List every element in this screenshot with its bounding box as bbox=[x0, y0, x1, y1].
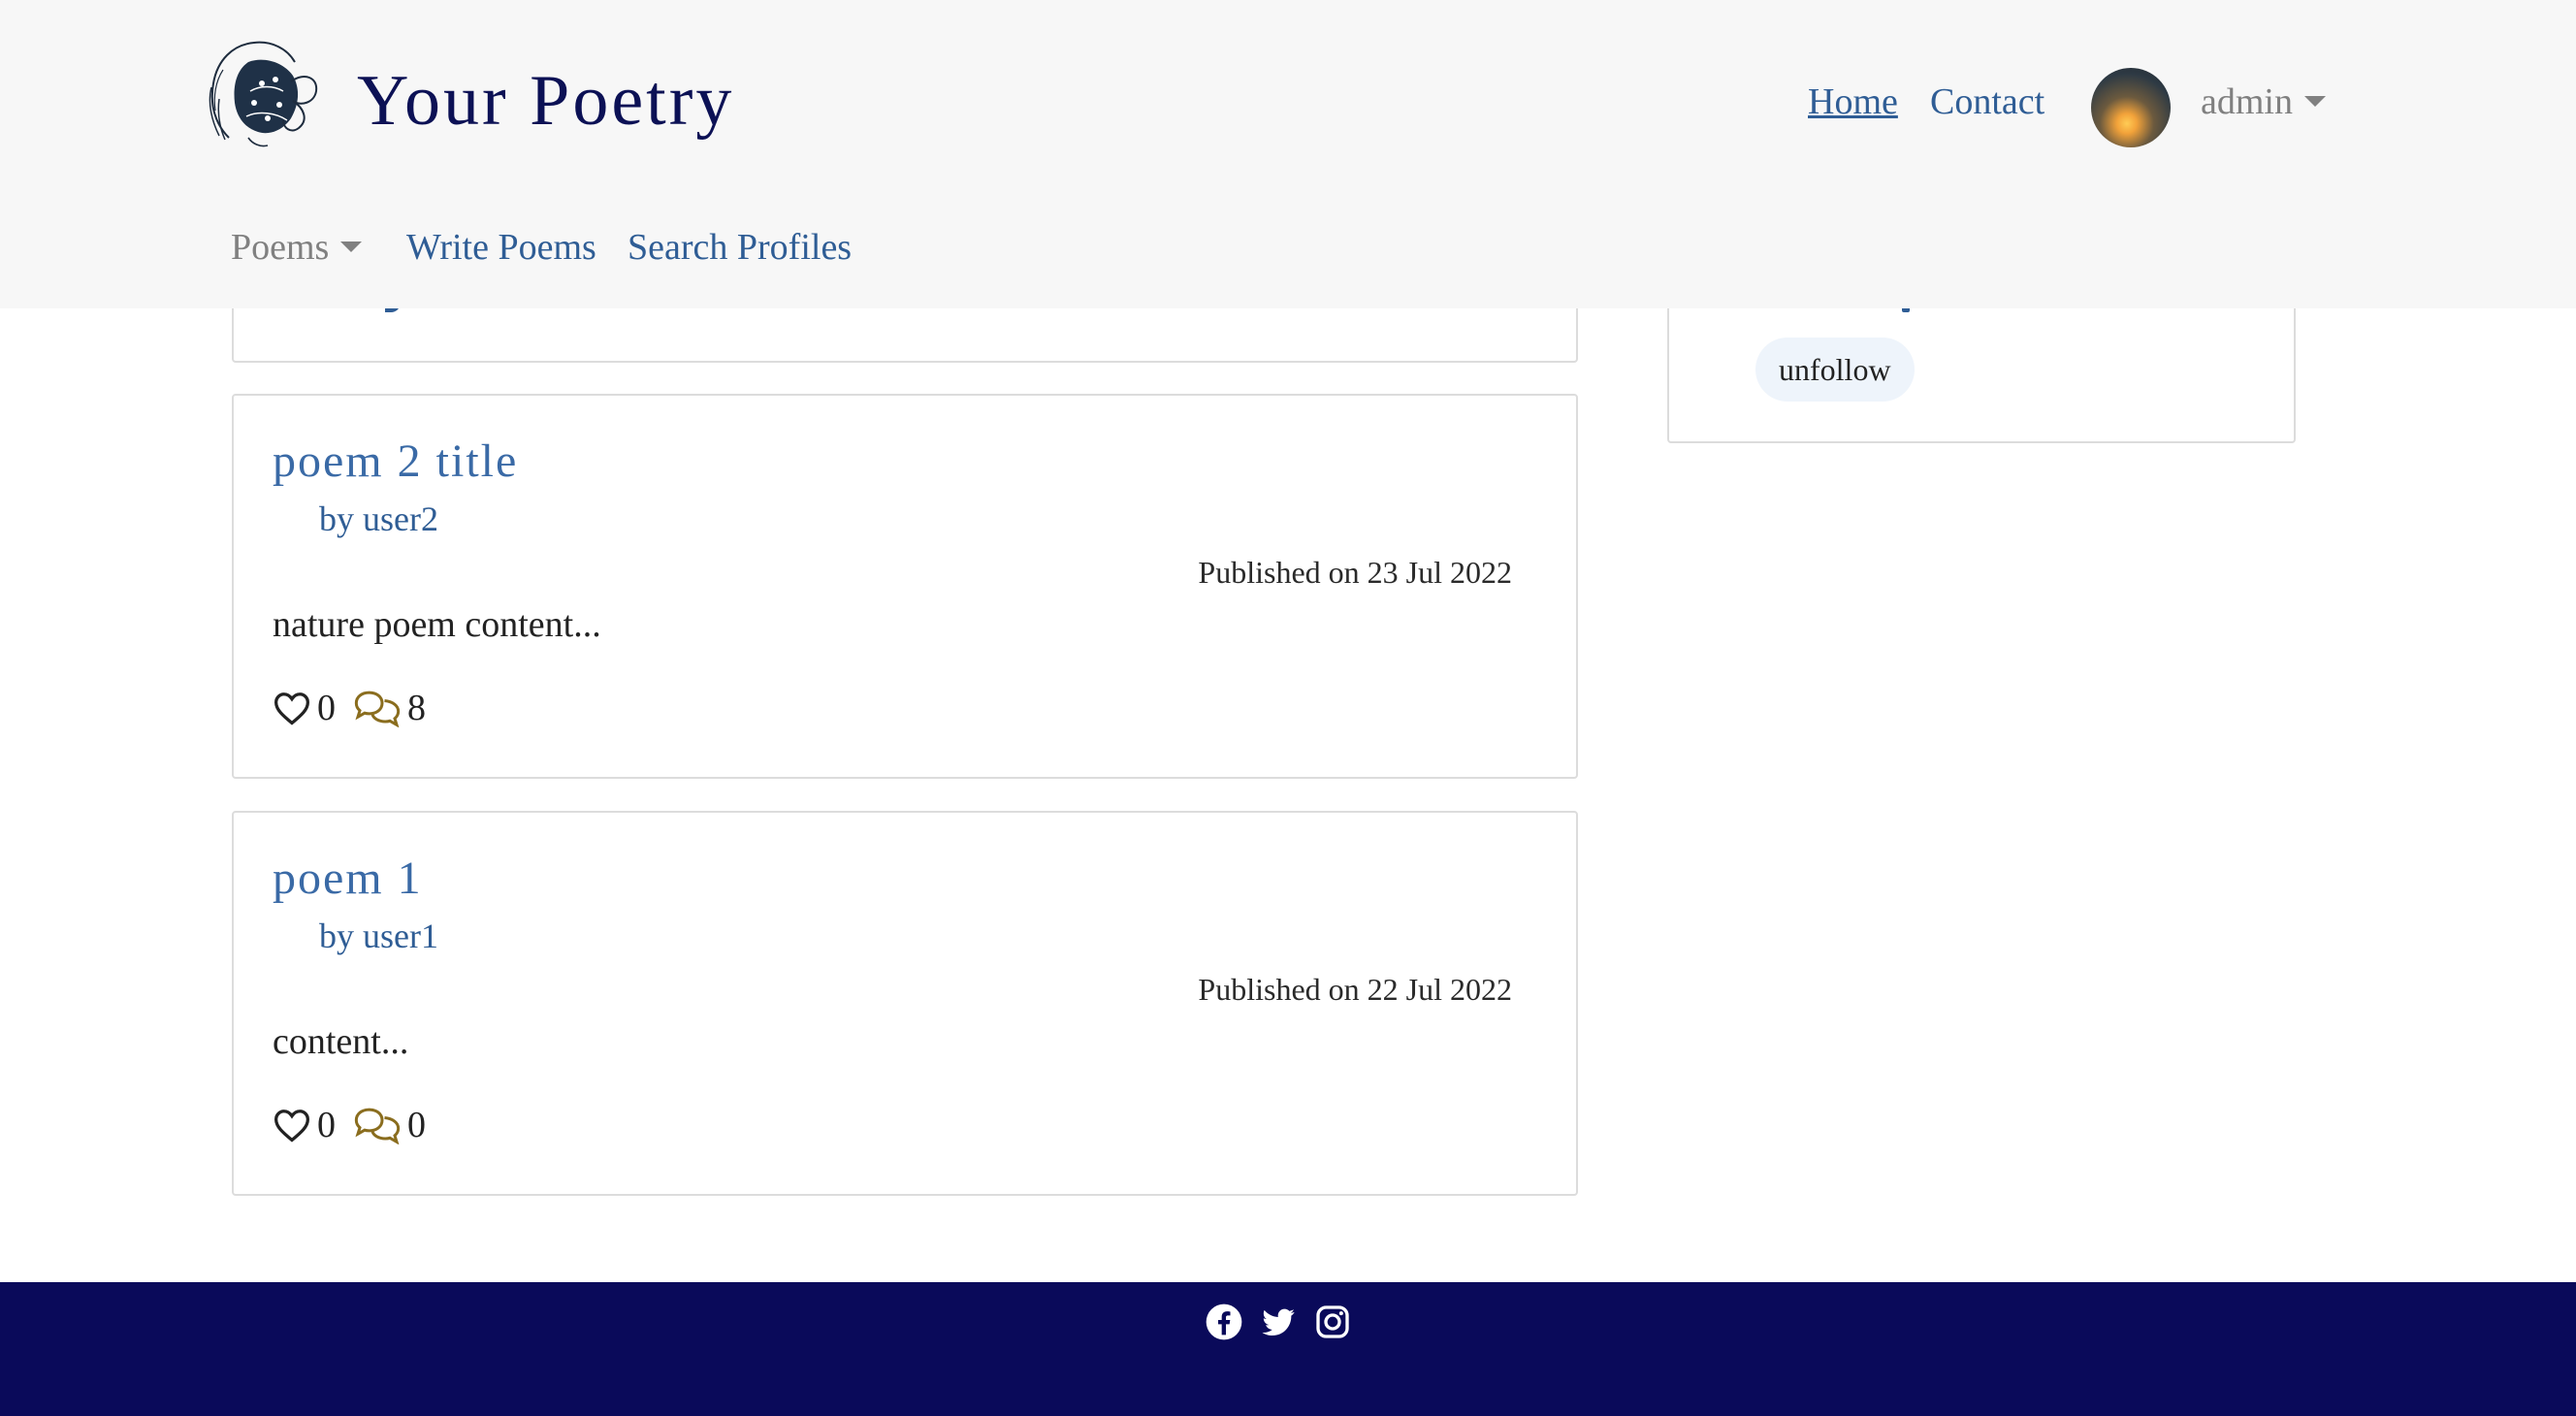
poem-title-link[interactable]: poem 2 title bbox=[273, 434, 518, 488]
site-footer bbox=[0, 1282, 2576, 1416]
comments-icon[interactable] bbox=[353, 689, 402, 727]
site-header: Your Poetry Home Contact admin Poems Wri… bbox=[0, 0, 2576, 308]
poetry-logo-icon[interactable] bbox=[190, 23, 326, 159]
user-menu-label: admin bbox=[2201, 81, 2293, 122]
like-count: 0 bbox=[317, 1105, 336, 1145]
poems-menu-dropdown[interactable]: Poems bbox=[231, 226, 363, 269]
user-avatar[interactable] bbox=[2091, 68, 2171, 147]
poem-card: poem 1 by user1 Published on 22 Jul 2022… bbox=[232, 811, 1578, 1196]
like-count: 0 bbox=[317, 688, 336, 728]
poem-author-link[interactable]: by user1 bbox=[319, 916, 438, 956]
facebook-icon[interactable] bbox=[1205, 1303, 1243, 1341]
nav-contact-link[interactable]: Contact bbox=[1930, 80, 2045, 123]
nav-search-profiles-link[interactable]: Search Profiles bbox=[628, 226, 852, 269]
caret-down-icon bbox=[340, 241, 363, 252]
poem-excerpt: nature poem content... bbox=[273, 604, 601, 645]
poem-author-link[interactable]: by user2 bbox=[319, 499, 438, 539]
nav-write-poems-link[interactable]: Write Poems bbox=[406, 226, 596, 269]
site-brand-link[interactable]: Your Poetry bbox=[357, 60, 734, 143]
comment-count: 8 bbox=[407, 688, 426, 728]
poems-menu-label: Poems bbox=[231, 227, 330, 268]
social-links bbox=[1205, 1303, 1352, 1341]
twitter-icon[interactable] bbox=[1259, 1303, 1298, 1341]
caret-down-icon bbox=[2303, 95, 2326, 107]
poem-published-date: Published on 23 Jul 2022 bbox=[1198, 555, 1512, 590]
user-menu-dropdown[interactable]: admin bbox=[2201, 80, 2326, 123]
heart-icon[interactable] bbox=[273, 1108, 311, 1142]
poem-title-link[interactable]: poem 1 bbox=[273, 852, 423, 905]
comment-count: 0 bbox=[407, 1105, 426, 1145]
poem-excerpt: content... bbox=[273, 1021, 409, 1062]
comments-icon[interactable] bbox=[353, 1106, 402, 1144]
instagram-icon[interactable] bbox=[1313, 1303, 1352, 1341]
poem-stats: 0 8 bbox=[273, 687, 443, 729]
poem-stats: 0 0 bbox=[273, 1104, 443, 1146]
nav-home-link[interactable]: Home bbox=[1808, 80, 1898, 123]
heart-icon[interactable] bbox=[273, 691, 311, 725]
poem-card: poem 2 title by user2 Published on 23 Ju… bbox=[232, 394, 1578, 779]
poem-published-date: Published on 22 Jul 2022 bbox=[1198, 972, 1512, 1007]
unfollow-button[interactable]: unfollow bbox=[1755, 338, 1915, 402]
